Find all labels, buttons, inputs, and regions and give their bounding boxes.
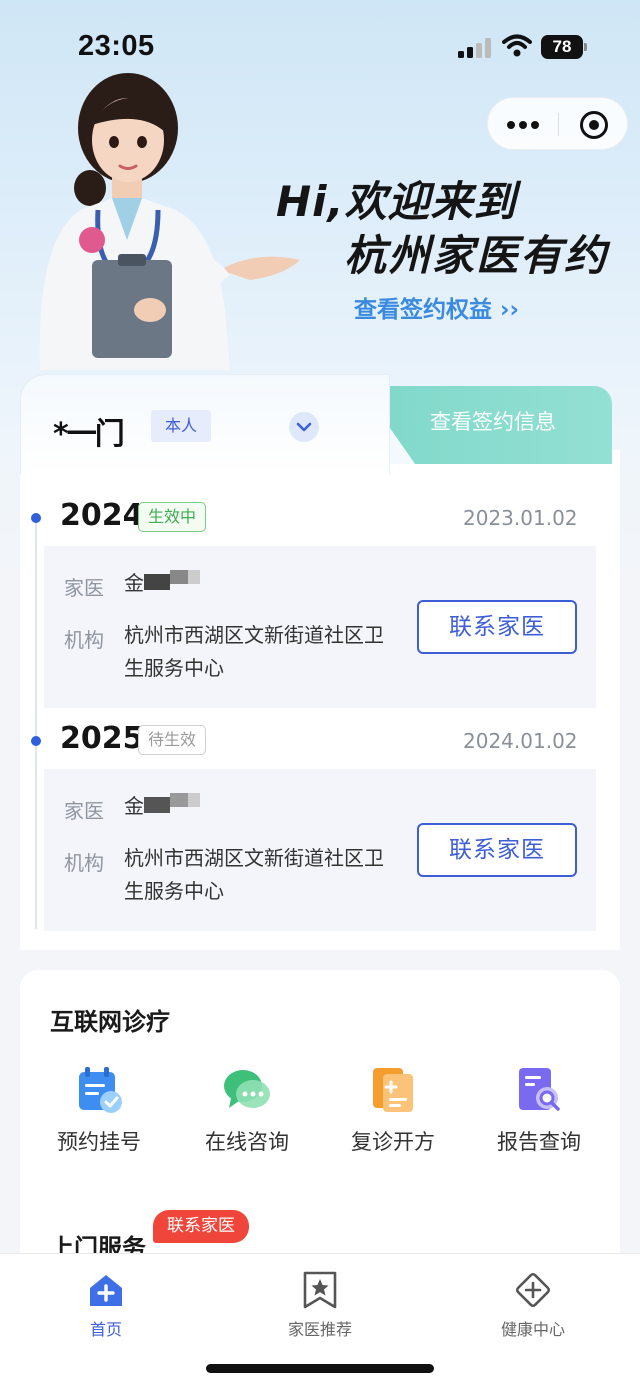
nav-home[interactable]: 首页: [36, 1264, 176, 1344]
tab-resident-selector[interactable]: *一门 本人: [20, 374, 390, 474]
status-badge: 待生效: [138, 725, 207, 755]
internet-diagnosis-card: 互联网诊疗 预约挂号 在线咨询 复诊开方 报告查询 上门服务 联系家医: [20, 970, 620, 1262]
tab-view-sign-info-label: 查看签约信息: [430, 410, 556, 434]
status-badge: 生效中: [138, 502, 207, 532]
self-badge: 本人: [151, 410, 211, 442]
nav-label: 健康中心: [500, 1320, 565, 1339]
tab-view-sign-info[interactable]: 查看签约信息: [360, 386, 612, 464]
org-name: 杭州市西湖区文新街道社区卫生服务中心: [124, 846, 384, 903]
record-date: 2023.01.02: [463, 506, 578, 530]
service-label: 报告查询: [497, 1130, 581, 1154]
doctor-label: 家医: [64, 576, 104, 600]
chat-bubbles-icon: [224, 1070, 270, 1108]
diamond-plus-icon: [515, 1272, 551, 1308]
nav-label: 家医推荐: [287, 1320, 352, 1339]
sign-info-card: 查看签约信息 *一门 本人 2024 生效中 2023.01.02 家医 金 机…: [20, 374, 620, 950]
record-date: 2024.01.02: [463, 729, 578, 753]
doctor-illustration: [39, 73, 300, 370]
service-report-query[interactable]: 报告查询: [464, 1064, 614, 1164]
timeline-dot: [31, 736, 41, 746]
home-plus-icon: [90, 1275, 122, 1306]
miniprogram-capsule: [487, 97, 628, 150]
record-info-box: 家医 金 机构 杭州市西湖区文新街道社区卫生服务中心 联系家医: [44, 769, 596, 931]
hero-title-line1: Hi,欢迎来到: [276, 177, 517, 226]
contact-doctor-button[interactable]: 联系家医: [417, 823, 577, 877]
bookmark-star-icon: [303, 1271, 337, 1309]
timeline-dot: [31, 513, 41, 523]
record-info-box: 家医 金 机构 杭州市西湖区文新街道社区卫生服务中心 联系家医: [44, 546, 596, 708]
service-label: 复诊开方: [351, 1130, 435, 1154]
hero-title-line2: 杭州家医有约: [344, 231, 609, 280]
service-online-consult[interactable]: 在线咨询: [172, 1064, 322, 1164]
resident-name: *一门: [53, 417, 125, 452]
section-title: 互联网诊疗: [50, 1008, 170, 1036]
name-mask-blocks: [144, 793, 204, 815]
nav-health-center[interactable]: 健康中心: [463, 1264, 603, 1344]
calendar-check-icon: [79, 1067, 122, 1113]
contact-doctor-button[interactable]: 联系家医: [417, 600, 577, 654]
service-revisit-prescription[interactable]: 复诊开方: [318, 1064, 468, 1164]
nav-label: 首页: [89, 1320, 122, 1339]
bottom-nav: 首页 家医推荐 健康中心: [0, 1253, 640, 1387]
org-label: 机构: [64, 628, 104, 652]
battery-icon: 78: [541, 35, 587, 59]
timeline-line: [35, 519, 37, 929]
contact-doctor-badge[interactable]: 联系家医: [153, 1210, 249, 1243]
chevron-down-icon[interactable]: [289, 412, 319, 442]
org-name: 杭州市西湖区文新街道社区卫生服务中心: [124, 623, 384, 680]
prescription-icon: [373, 1068, 413, 1112]
home-indicator: [206, 1364, 434, 1373]
name-mask-blocks: [144, 570, 204, 592]
more-options-icon[interactable]: [506, 98, 540, 151]
record-year: 2025: [60, 721, 144, 756]
report-search-icon: [519, 1068, 560, 1111]
service-label: 预约挂号: [57, 1130, 141, 1154]
doctor-label: 家医: [64, 799, 104, 823]
cellular-signal-icon: [458, 38, 491, 58]
close-miniprogram-icon[interactable]: [580, 111, 608, 139]
wifi-icon: [502, 34, 532, 57]
view-sign-benefits-link[interactable]: 查看签约权益 ››: [354, 290, 519, 324]
nav-doctor-recommend[interactable]: 家医推荐: [250, 1264, 390, 1344]
status-time: 23:05: [78, 30, 155, 62]
service-appointment[interactable]: 预约挂号: [24, 1064, 174, 1164]
record-year: 2024: [60, 498, 144, 533]
battery-level: 78: [541, 35, 583, 59]
service-label: 在线咨询: [205, 1130, 289, 1154]
org-label: 机构: [64, 851, 104, 875]
